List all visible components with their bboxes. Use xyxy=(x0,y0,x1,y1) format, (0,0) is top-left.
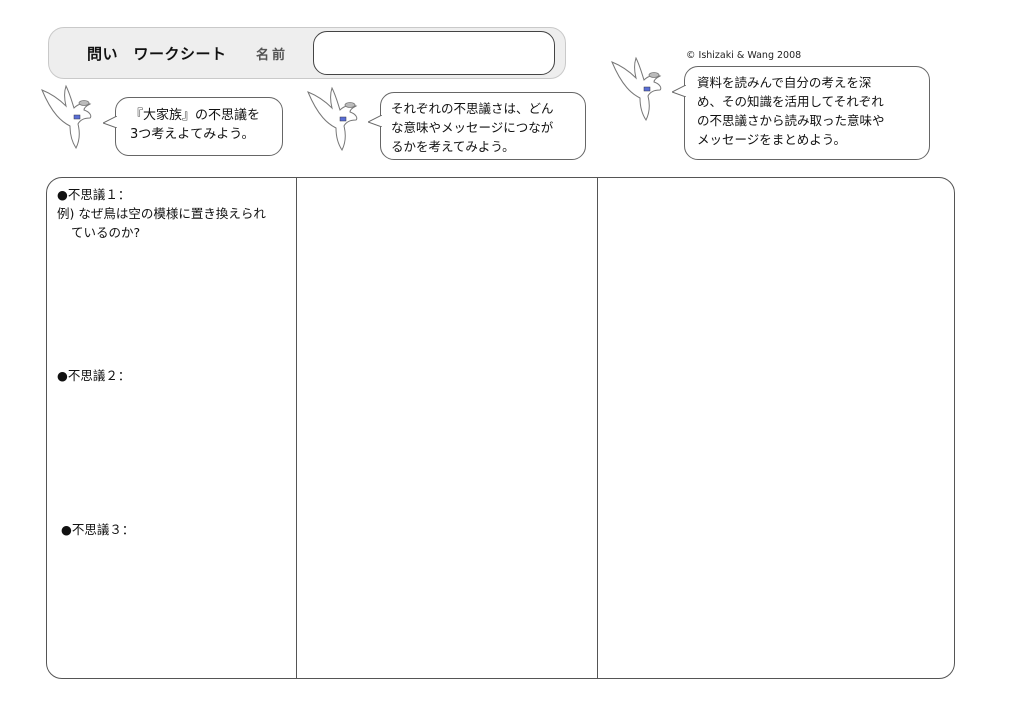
mystery-1-cell[interactable]: ●不思議１： 例) なぜ鳥は空の模様に置き換えられ ているのか? xyxy=(57,185,293,242)
mystery-3-label[interactable]: ●不思議３： xyxy=(61,520,134,539)
mystery-1-label: ●不思議１： xyxy=(57,187,131,202)
instruction-bubble-1: 『大家族』の不思議を 3つ考えよてみよう。 xyxy=(103,97,283,156)
mystery-1-example: 例) なぜ鳥は空の模様に置き換えられ xyxy=(57,206,266,221)
name-label: 名前 xyxy=(256,48,289,63)
bubble-3-line-1: 資料を読みんで自分の考えを深 xyxy=(697,75,872,90)
speech-tail-icon xyxy=(672,85,686,97)
meaning-column[interactable] xyxy=(297,178,597,678)
speech-tail-icon xyxy=(368,115,382,127)
summary-column[interactable] xyxy=(598,178,954,678)
mystery-2-label[interactable]: ●不思議２： xyxy=(57,366,130,385)
worksheet-grid: ●不思議１： 例) なぜ鳥は空の模様に置き換えられ ているのか? ●不思議２： … xyxy=(46,177,955,679)
instruction-bubble-3: 資料を読みんで自分の考えを深 め、その知識を活用してそれぞれ の不思議さから読み… xyxy=(672,66,930,160)
bubble-2-line-2: な意味やメッセージにつなが xyxy=(391,120,554,135)
name-field[interactable] xyxy=(313,31,555,75)
speech-tail-icon xyxy=(103,116,117,128)
bubble-1-line-2: 3つ考えよてみよう。 xyxy=(130,127,255,142)
mystery-1-example-cont: ているのか? xyxy=(71,225,141,240)
bubble-3-line-2: め、その知識を活用してそれぞれ xyxy=(697,94,884,109)
worksheet-title: 問い ワークシート xyxy=(87,45,227,63)
bubble-3-line-4: メッセージをまとめよう。 xyxy=(697,132,847,147)
instruction-bubble-2: それぞれの不思議さは、どん な意味やメッセージにつなが るかを考えてみよう。 xyxy=(368,92,586,160)
bubble-1-line-1: 『大家族』の不思議を xyxy=(130,108,261,123)
worksheet-header: 問い ワークシート 名前 xyxy=(48,27,566,79)
bubble-2-line-3: るかを考えてみよう。 xyxy=(391,139,515,154)
bubble-3-line-3: の不思議さから読み取った意味や xyxy=(697,113,885,128)
copyright-notice: © Ishizaki & Wang 2008 xyxy=(686,50,802,61)
bubble-2-line-1: それぞれの不思議さは、どん xyxy=(391,101,554,116)
